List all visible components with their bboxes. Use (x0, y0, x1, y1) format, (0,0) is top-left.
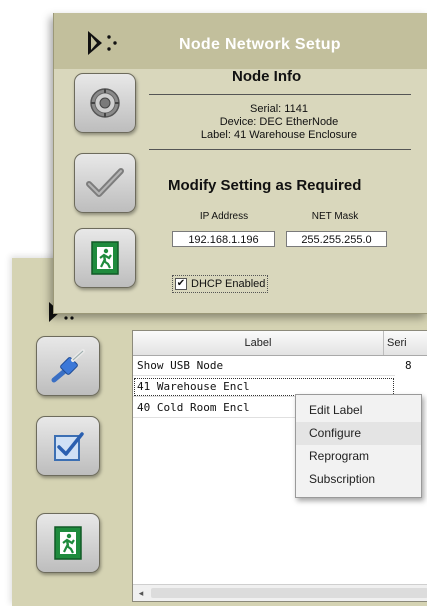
checkbox-icon (54, 432, 84, 461)
menu-item-subscription[interactable]: Subscription (296, 468, 421, 491)
device-text: Device: DEC EtherNode (219, 116, 339, 128)
menu-item-configure[interactable]: Configure (296, 422, 421, 445)
exit-button[interactable] (36, 513, 100, 573)
scroll-left-arrow[interactable]: ◂ (133, 585, 149, 601)
checkbox-check[interactable]: ✔ (175, 278, 187, 290)
checkmark-icon (86, 168, 124, 197)
net-mask-label: NET Mask (311, 211, 359, 222)
menu-item-edit-label[interactable]: Edit Label (296, 399, 421, 422)
exit-door-icon (54, 526, 82, 560)
serial-text: Serial: 1141 (250, 103, 308, 115)
modify-heading: Modify Setting as Required (168, 177, 362, 194)
configure-button[interactable] (36, 416, 100, 476)
settings-button[interactable] (74, 73, 136, 133)
scroll-track[interactable] (151, 588, 427, 598)
table-row[interactable]: Show USB Node (133, 356, 395, 376)
divider (149, 94, 411, 95)
node-logo-icon (88, 31, 117, 55)
usb-plug-icon (51, 349, 85, 383)
exit-button[interactable] (74, 228, 136, 288)
net-mask-field[interactable]: 255.255.255.0 (286, 231, 387, 247)
context-menu: Edit Label Configure Reprogram Subscript… (295, 394, 422, 498)
divider (149, 149, 411, 150)
window-title: Node Network Setup (179, 36, 341, 53)
node-network-setup-window: Node Network Setup Node Info Serial: 114… (53, 13, 427, 314)
gear-icon (90, 88, 120, 118)
usb-node-button[interactable] (36, 336, 100, 396)
column-header-label[interactable]: Label (133, 331, 384, 355)
apply-button[interactable] (74, 153, 136, 213)
ip-address-field[interactable]: 192.168.1.196 (172, 231, 275, 247)
menu-item-reprogram[interactable]: Reprogram (296, 445, 421, 468)
table-cell-serial: 8 (405, 359, 412, 372)
node-info-heading: Node Info (232, 68, 302, 85)
table-header: Label Seri (133, 331, 427, 356)
ip-address-label: IP Address (199, 211, 249, 222)
dhcp-label: DHCP Enabled (191, 278, 266, 290)
dhcp-checkbox[interactable]: ✔ DHCP Enabled (172, 275, 269, 293)
label-text: Label: 41 Warehouse Enclosure (200, 129, 358, 141)
exit-door-icon (91, 241, 119, 275)
horizontal-scrollbar[interactable]: ◂ (133, 584, 427, 601)
column-header-serial[interactable]: Seri (384, 331, 427, 355)
setup-header: Node Network Setup (54, 13, 427, 69)
